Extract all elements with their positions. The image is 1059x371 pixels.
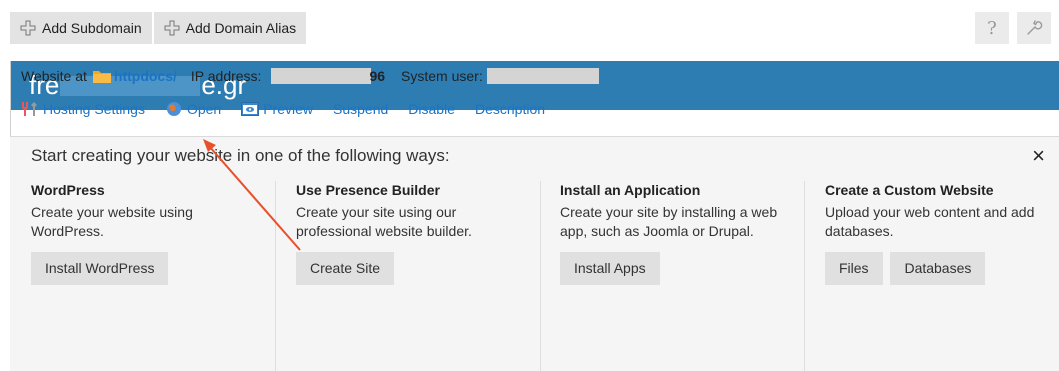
preview-link[interactable]: Preview — [241, 101, 313, 117]
option-description: Create your site by installing a web app… — [560, 204, 778, 239]
option-title: Use Presence Builder — [296, 182, 440, 198]
redacted-ip — [271, 68, 372, 84]
start-creating-title: Start creating your website in one of th… — [31, 146, 450, 165]
preview-label: Preview — [263, 101, 313, 117]
option-title: WordPress — [31, 182, 105, 198]
create-site-button[interactable]: Create Site — [296, 252, 395, 285]
plus-icon — [164, 20, 180, 36]
hosting-settings-label: Hosting Settings — [43, 101, 145, 117]
option-title: Create a Custom Website — [825, 182, 994, 198]
add-domain-alias-button[interactable]: Add Domain Alias — [153, 12, 307, 44]
open-label: Open — [186, 101, 222, 117]
wrench-icon — [1027, 20, 1043, 35]
databases-button[interactable]: Databases — [890, 252, 986, 285]
top-right-tools: ? — [975, 12, 1051, 44]
docroot-link[interactable]: httpdocs/ — [114, 68, 177, 84]
add-subdomain-button[interactable]: Add Subdomain — [10, 12, 152, 44]
install-apps-button[interactable]: Install Apps — [560, 252, 660, 285]
suspend-link[interactable]: Suspend — [333, 101, 388, 117]
ip-address-suffix: 96 — [369, 68, 386, 84]
description-link[interactable]: Description — [475, 101, 545, 117]
column-divider — [804, 181, 805, 371]
add-domain-alias-label: Add Domain Alias — [185, 20, 297, 36]
system-user-label: System user: — [401, 68, 483, 84]
tools-button[interactable] — [1017, 12, 1051, 44]
option-description: Create your site using our professional … — [296, 204, 472, 239]
preview-icon — [241, 102, 260, 116]
website-at-label: Website at — [21, 68, 87, 84]
site-actions: Hosting Settings Open Preview Suspend Di… — [21, 101, 565, 117]
install-wordpress-button[interactable]: Install WordPress — [31, 252, 169, 285]
hosting-settings-icon — [22, 102, 37, 116]
wordpress-option: WordPress Create your website using Word… — [31, 181, 261, 285]
website-info-row: Website at httpdocs/ IP address: 96 Syst… — [21, 68, 599, 84]
folder-icon — [92, 71, 111, 83]
column-divider — [540, 181, 541, 371]
help-button[interactable]: ? — [975, 12, 1009, 44]
plus-icon — [20, 20, 36, 36]
option-description: Create your website using WordPress. — [31, 204, 193, 239]
open-link[interactable]: Open — [165, 101, 221, 117]
add-subdomain-label: Add Subdomain — [42, 20, 142, 36]
presence-builder-option: Use Presence Builder Create your site us… — [296, 181, 526, 285]
redacted-system-user — [486, 68, 599, 84]
top-toolbar: Add Subdomain Add Domain Alias — [10, 12, 307, 44]
ip-address-label: IP address: — [190, 68, 262, 84]
column-divider — [275, 181, 276, 371]
hosting-settings-link[interactable]: Hosting Settings — [21, 101, 145, 117]
option-title: Install an Application — [560, 182, 701, 198]
option-description: Upload your web content and add database… — [825, 204, 1035, 239]
close-icon[interactable]: × — [1032, 143, 1045, 169]
start-creating-panel: Start creating your website in one of th… — [10, 136, 1059, 371]
files-button[interactable]: Files — [825, 252, 883, 285]
help-icon: ? — [987, 17, 997, 39]
custom-website-option: Create a Custom Website Upload your web … — [825, 181, 1050, 285]
disable-link[interactable]: Disable — [408, 101, 455, 117]
disable-label: Disable — [408, 101, 455, 117]
install-application-option: Install an Application Create your site … — [560, 181, 790, 285]
suspend-label: Suspend — [333, 101, 389, 117]
description-label: Description — [474, 101, 546, 117]
globe-icon — [166, 102, 181, 116]
